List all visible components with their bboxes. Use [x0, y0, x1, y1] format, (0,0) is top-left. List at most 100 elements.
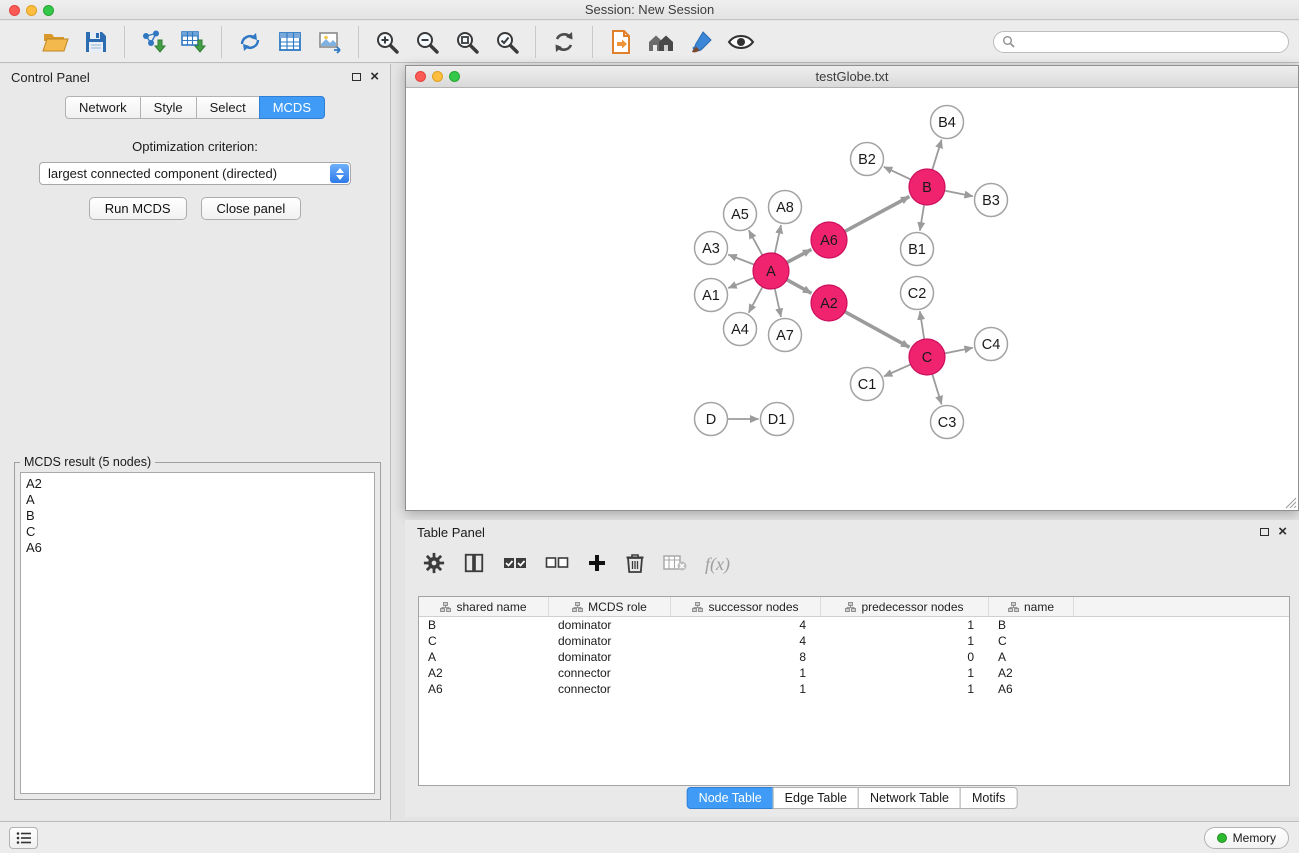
close-panel-button-secondary[interactable]: Close panel — [201, 197, 302, 220]
graph-node-C4[interactable]: C4 — [975, 328, 1008, 361]
export-image-button[interactable] — [310, 24, 350, 60]
graph-node-A4[interactable]: A4 — [724, 313, 757, 346]
edge-A-A2[interactable] — [787, 280, 812, 294]
import-network-button[interactable] — [133, 24, 173, 60]
edge-C-C3[interactable] — [932, 374, 941, 404]
close-panel-button[interactable]: × — [370, 71, 379, 83]
select-all-button[interactable] — [503, 553, 527, 576]
float-panel-button[interactable] — [352, 73, 361, 81]
column-header-shared-name[interactable]: shared name — [419, 597, 549, 616]
float-panel-button[interactable] — [1260, 528, 1269, 536]
column-header-mcds-role[interactable]: MCDS role — [549, 597, 671, 616]
graph-node-C1[interactable]: C1 — [851, 368, 884, 401]
edge-A2-C[interactable] — [845, 312, 910, 348]
new-network-button[interactable] — [230, 24, 270, 60]
edge-A-A1[interactable] — [728, 278, 754, 288]
network-window-titlebar[interactable]: testGlobe.txt — [406, 66, 1298, 88]
result-item[interactable]: A — [26, 492, 369, 508]
function-builder-button[interactable]: f(x) — [705, 554, 730, 575]
graph-node-A6[interactable]: A6 — [811, 222, 847, 258]
table-row[interactable]: Cdominator41C — [419, 633, 1289, 649]
tab-node-table[interactable]: Node Table — [687, 787, 774, 809]
zoom-out-button[interactable] — [407, 24, 447, 60]
table-row[interactable]: Adominator80A — [419, 649, 1289, 665]
close-panel-button[interactable]: × — [1278, 526, 1287, 538]
result-item[interactable]: A2 — [26, 476, 369, 492]
search-input[interactable] — [1020, 35, 1280, 49]
run-mcds-button[interactable]: Run MCDS — [89, 197, 187, 220]
delete-column-button[interactable] — [625, 552, 645, 577]
refresh-button[interactable] — [544, 24, 584, 60]
table-row[interactable]: A2connector11A2 — [419, 665, 1289, 681]
tab-style[interactable]: Style — [140, 96, 197, 119]
column-header-predecessor-nodes[interactable]: predecessor nodes — [821, 597, 989, 616]
delete-table-button[interactable] — [663, 553, 687, 576]
edge-A-A4[interactable] — [749, 287, 763, 313]
zoom-fit-button[interactable] — [447, 24, 487, 60]
edge-C-C4[interactable] — [945, 348, 973, 354]
graph-node-D1[interactable]: D1 — [761, 403, 794, 436]
graph-node-B1[interactable]: B1 — [901, 233, 934, 266]
edge-A-A5[interactable] — [749, 230, 763, 255]
graph-node-B2[interactable]: B2 — [851, 143, 884, 176]
mcds-result-list[interactable]: A2ABCA6 — [20, 472, 375, 794]
graph-node-D[interactable]: D — [695, 403, 728, 436]
edge-B-B4[interactable] — [932, 140, 941, 170]
column-header-successor-nodes[interactable]: successor nodes — [671, 597, 821, 616]
edge-A-A3[interactable] — [728, 255, 754, 265]
graph-node-B3[interactable]: B3 — [975, 184, 1008, 217]
tab-select[interactable]: Select — [196, 96, 260, 119]
show-columns-button[interactable] — [463, 552, 485, 577]
tab-network[interactable]: Network — [65, 96, 141, 119]
first-neighbors-button[interactable] — [641, 24, 681, 60]
table-settings-button[interactable] — [423, 552, 445, 577]
result-item[interactable]: A6 — [26, 540, 369, 556]
result-item[interactable]: B — [26, 508, 369, 524]
edge-C-C1[interactable] — [884, 364, 911, 376]
table-row[interactable]: A6connector11A6 — [419, 681, 1289, 697]
edge-B-B1[interactable] — [920, 205, 924, 231]
network-canvas[interactable]: A5 A8 A3 A A1A4 A7 A6 A2 B B2 B4 B3 B1 C C2 C4 C1 C3 D D1 — [406, 88, 1298, 510]
show-hide-button[interactable] — [721, 24, 761, 60]
tab-motifs[interactable]: Motifs — [960, 787, 1017, 809]
graph-node-A[interactable]: A — [753, 253, 789, 289]
save-session-button[interactable] — [76, 24, 116, 60]
optimization-criterion-dropdown[interactable]: largest connected component (directed) — [39, 162, 351, 185]
edge-B-B3[interactable] — [945, 191, 973, 197]
zoom-in-button[interactable] — [367, 24, 407, 60]
tab-edge-table[interactable]: Edge Table — [773, 787, 859, 809]
edge-A-A6[interactable] — [787, 249, 812, 262]
column-header-name[interactable]: name — [989, 597, 1074, 616]
graph-node-A5[interactable]: A5 — [724, 198, 757, 231]
deselect-all-button[interactable] — [545, 553, 569, 576]
graph-node-B[interactable]: B — [909, 169, 945, 205]
open-session-button[interactable] — [36, 24, 76, 60]
tab-network-table[interactable]: Network Table — [858, 787, 961, 809]
graph-node-C3[interactable]: C3 — [931, 406, 964, 439]
graph-node-C[interactable]: C — [909, 339, 945, 375]
search-field[interactable] — [993, 31, 1289, 53]
dropdown-stepper-icon[interactable] — [330, 164, 349, 183]
graph-node-C2[interactable]: C2 — [901, 277, 934, 310]
tab-mcds[interactable]: MCDS — [259, 96, 325, 119]
resize-grip-icon[interactable] — [1285, 497, 1297, 509]
style-brush-button[interactable] — [681, 24, 721, 60]
graph-node-A2[interactable]: A2 — [811, 285, 847, 321]
edge-C-C2[interactable] — [920, 311, 924, 339]
table-row[interactable]: Bdominator41B — [419, 617, 1289, 633]
edge-B-B2[interactable] — [884, 167, 911, 180]
edge-A-A7[interactable] — [775, 289, 781, 317]
graph-node-A7[interactable]: A7 — [769, 319, 802, 352]
graph-node-B4[interactable]: B4 — [931, 106, 964, 139]
create-column-button[interactable] — [587, 553, 607, 576]
edge-A-A8[interactable] — [775, 225, 781, 253]
zoom-selected-button[interactable] — [487, 24, 527, 60]
task-history-button[interactable] — [9, 827, 38, 849]
graph-node-A8[interactable]: A8 — [769, 191, 802, 224]
graph-node-A3[interactable]: A3 — [695, 232, 728, 265]
graph-node-A1[interactable]: A1 — [695, 279, 728, 312]
result-item[interactable]: C — [26, 524, 369, 540]
network-graph[interactable]: A5 A8 A3 A A1A4 A7 A6 A2 B B2 B4 B3 B1 C C2 C4 C1 C3 D D1 — [406, 88, 1298, 510]
import-table-button[interactable] — [173, 24, 213, 60]
network-table-button[interactable] — [270, 24, 310, 60]
